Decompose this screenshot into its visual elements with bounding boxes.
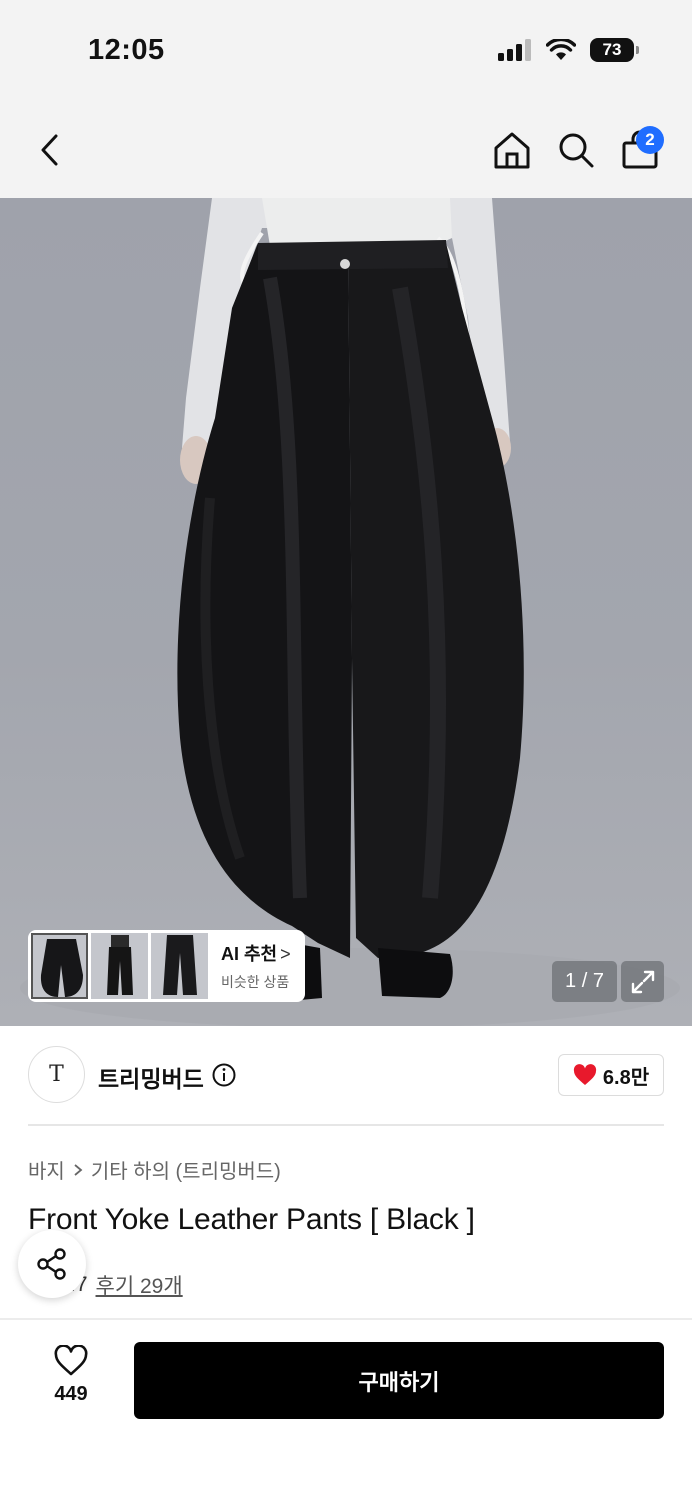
ai-recommendation-text: AI 추천 > 비슷한 상품 — [211, 940, 291, 992]
home-icon[interactable] — [492, 130, 532, 170]
product-image-gallery[interactable] — [0, 198, 692, 1026]
chevron-right-icon: > — [280, 944, 291, 964]
image-page-counter: 1 / 7 — [552, 961, 617, 1002]
battery-icon: 73 — [590, 38, 639, 62]
brand-row[interactable]: T 트리밍버드 6.8만 — [28, 1046, 664, 1106]
thumbnail-image — [40, 939, 83, 997]
heart-filled-icon — [573, 1064, 597, 1085]
wishlist-button[interactable]: 449 — [40, 1345, 102, 1406]
reviews-link[interactable]: 후기 29개 — [96, 1270, 183, 1300]
product-title: Front Yoke Leather Pants [ Black ] — [28, 1203, 475, 1236]
thumbnail-image — [107, 935, 133, 995]
page-total: 7 — [592, 970, 604, 992]
section-divider — [28, 1124, 664, 1126]
status-bar: 12:05 73 — [0, 0, 692, 100]
cellular-signal-icon — [498, 39, 531, 61]
expand-image-button[interactable] — [621, 961, 664, 1002]
ai-title-label: AI 추천 — [221, 944, 278, 964]
share-icon — [37, 1248, 66, 1280]
expand-icon — [631, 970, 654, 993]
cart-count-badge: 2 — [636, 126, 664, 154]
breadcrumb-subcategory[interactable]: 기타 하의 (트리밍버드) — [91, 1155, 281, 1184]
info-icon[interactable] — [212, 1063, 236, 1087]
heart-outline-icon — [54, 1345, 88, 1376]
breadcrumb: 바지 기타 하의 (트리밍버드) — [28, 1155, 281, 1184]
wifi-icon — [546, 39, 576, 60]
ai-recommendation-title: AI 추천 > — [221, 940, 291, 966]
thumbnail-image — [163, 935, 197, 995]
ai-thumbnail[interactable] — [91, 933, 148, 999]
brand-like-count: 6.8만 — [602, 1066, 650, 1089]
battery-level: 73 — [602, 40, 622, 59]
bottom-bar-divider — [0, 1318, 692, 1320]
ai-thumbnail[interactable] — [151, 933, 208, 999]
brand-like-button[interactable]: 6.8만 — [558, 1054, 664, 1096]
ai-thumbnail[interactable] — [31, 933, 88, 999]
brand-logo-text: T — [49, 1062, 64, 1087]
buy-button[interactable]: 구매하기 — [134, 1342, 664, 1419]
search-icon[interactable] — [556, 130, 596, 170]
brand-name[interactable]: 트리밍버드 — [98, 1060, 204, 1094]
breadcrumb-category[interactable]: 바지 — [28, 1155, 65, 1184]
ai-recommendation-card[interactable]: AI 추천 > 비슷한 상품 — [28, 930, 305, 1002]
top-nav-bar — [0, 100, 692, 198]
product-photo — [20, 198, 680, 1026]
status-icons: 73 — [498, 38, 639, 62]
brand-logo[interactable]: T — [28, 1046, 85, 1103]
share-button[interactable] — [18, 1230, 86, 1298]
ai-recommendation-subtitle: 비슷한 상품 — [221, 974, 290, 990]
back-arrow-icon[interactable] — [34, 130, 68, 170]
page-current: 1 — [565, 970, 577, 992]
wishlist-count: 449 — [54, 1383, 88, 1405]
chevron-right-icon — [74, 1163, 83, 1176]
status-time: 12:05 — [88, 34, 165, 66]
page-separator: / — [576, 970, 593, 992]
